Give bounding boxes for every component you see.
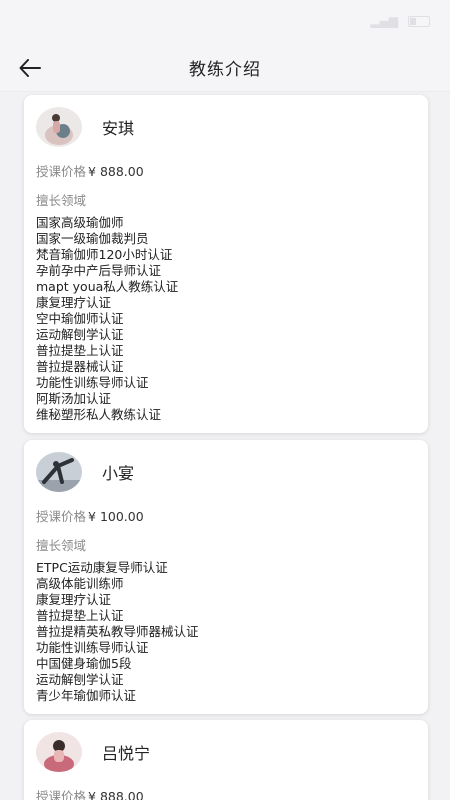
coach-card[interactable]: 安琪 授课价格 ¥ 888.00 擅长领域 国家高级瑜伽师 国家一级瑜伽裁判员 梵… — [24, 95, 428, 433]
specialty-label: 擅长领域 — [36, 193, 87, 208]
specialty-item: 康复理疗认证 — [36, 295, 112, 310]
price-value: ¥ 888.00 — [88, 789, 144, 800]
coach-avatar — [36, 452, 82, 492]
price-label: 授课价格 — [36, 789, 87, 800]
specialty-item: 国家高级瑜伽师 — [36, 215, 124, 230]
specialty-item: mapt youa私人教练认证 — [36, 279, 179, 294]
page-title: 教练介绍 — [189, 60, 261, 80]
specialty-item: 青少年瑜伽师认证 — [36, 688, 137, 703]
specialty-item: 维秘塑形私人教练认证 — [36, 407, 162, 422]
coach-avatar — [36, 732, 82, 772]
specialty-item: 中国健身瑜伽5段 — [36, 656, 132, 671]
price-value: ¥ 100.00 — [88, 509, 144, 524]
specialty-item: 运动解刨学认证 — [36, 327, 124, 342]
price-value: ¥ 888.00 — [88, 164, 144, 179]
specialty-item: 梵音瑜伽师120小时认证 — [36, 247, 173, 262]
specialty-item: 孕前孕中产后导师认证 — [36, 263, 162, 278]
specialty-item: 功能性训练导师认证 — [36, 640, 149, 655]
coach-avatar — [36, 107, 82, 147]
status-icons: ▂▄▆ — [370, 14, 430, 28]
coach-name: 吕悦宁 — [102, 744, 151, 763]
price-row: 授课价格 ¥ 888.00 — [36, 161, 416, 180]
specialty-item: 运动解刨学认证 — [36, 672, 124, 687]
signal-icon: ▂▄▆ — [370, 14, 398, 28]
specialty-list: ETPC运动康复导师认证 高级体能训练师 康复理疗认证 普拉提垫上认证 普拉提精… — [36, 560, 416, 704]
specialty-item: 阿斯汤加认证 — [36, 391, 112, 406]
specialty-item: 普拉提垫上认证 — [36, 343, 124, 358]
price-label: 授课价格 — [36, 509, 87, 524]
coach-name: 安琪 — [102, 119, 135, 138]
status-bar: ▂▄▆ — [0, 0, 450, 44]
coach-name: 小宴 — [102, 464, 135, 483]
coach-card[interactable]: 小宴 授课价格 ¥ 100.00 擅长领域 ETPC运动康复导师认证 高级体能训练… — [24, 440, 428, 714]
price-row: 授课价格 ¥ 888.00 — [36, 786, 416, 800]
coach-list: 安琪 授课价格 ¥ 888.00 擅长领域 国家高级瑜伽师 国家一级瑜伽裁判员 梵… — [0, 92, 450, 800]
specialty-item: 空中瑜伽师认证 — [36, 311, 124, 326]
price-label: 授课价格 — [36, 164, 87, 179]
specialty-item: 普拉提精英私教导师器械认证 — [36, 624, 199, 639]
specialty-item: ETPC运动康复导师认证 — [36, 560, 168, 575]
back-button[interactable] — [14, 52, 46, 84]
specialty-item: 普拉提器械认证 — [36, 359, 124, 374]
coach-card[interactable]: 吕悦宁 授课价格 ¥ 888.00 — [24, 720, 428, 800]
specialty-item: 国家一级瑜伽裁判员 — [36, 231, 149, 246]
specialty-item: 功能性训练导师认证 — [36, 375, 149, 390]
battery-icon — [408, 15, 430, 27]
specialty-label: 擅长领域 — [36, 538, 87, 553]
nav-bar: 教练介绍 — [0, 44, 450, 92]
specialty-item: 普拉提垫上认证 — [36, 608, 124, 623]
price-row: 授课价格 ¥ 100.00 — [36, 506, 416, 525]
specialty-list: 国家高级瑜伽师 国家一级瑜伽裁判员 梵音瑜伽师120小时认证 孕前孕中产后导师认… — [36, 215, 416, 423]
specialty-item: 康复理疗认证 — [36, 592, 112, 607]
arrow-left-icon — [19, 59, 41, 77]
specialty-item: 高级体能训练师 — [36, 576, 124, 591]
